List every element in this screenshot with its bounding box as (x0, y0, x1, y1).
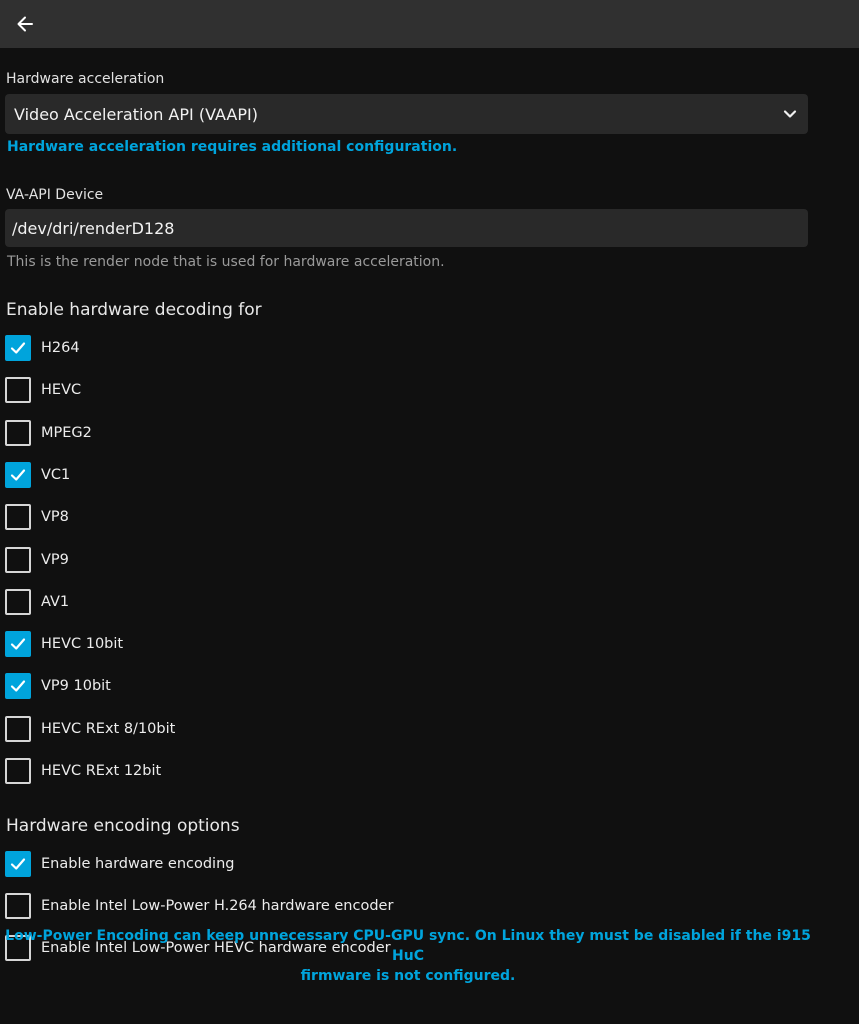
vaapi-device-label: VA-API Device (6, 187, 104, 203)
checkbox-label: AV1 (41, 593, 70, 610)
checkbox[interactable] (5, 715, 31, 742)
checkbox[interactable] (5, 758, 31, 784)
back-arrow-icon (17, 16, 33, 32)
checkbox[interactable] (5, 631, 31, 658)
encoding-section-title: Hardware encoding options (6, 816, 240, 836)
encode-option-enable-intel-low-power-h-264-hardware-encoder[interactable]: Enable Intel Low-Power H.264 hardware en… (5, 892, 393, 920)
hw-accel-config-link[interactable]: Hardware acceleration requires additiona… (7, 139, 457, 155)
checkbox-label: VP9 (41, 551, 69, 568)
encode-option-enable-hardware-encoding[interactable]: Enable hardware encoding (5, 850, 234, 878)
vaapi-device-input[interactable] (5, 209, 808, 247)
chevron-down-icon (783, 110, 797, 118)
decode-option-h264[interactable]: H264 (5, 334, 80, 362)
low-power-note-line-2: firmware is not configured. (300, 968, 516, 984)
checkbox-label: HEVC 10bit (41, 636, 124, 653)
checkbox[interactable] (5, 377, 31, 404)
decode-option-vp9-10bit[interactable]: VP9 10bit (5, 672, 111, 700)
decoding-section-title: Enable hardware decoding for (6, 300, 262, 320)
low-power-note-line-1: Low-Power Encoding can keep unnecessary … (5, 928, 811, 964)
checkbox[interactable] (5, 419, 31, 446)
checkbox-label: HEVC (41, 382, 82, 399)
checkmark-icon (10, 858, 26, 870)
checkbox-label: VP9 10bit (41, 678, 111, 695)
checkbox-label: H264 (41, 340, 80, 356)
checkbox[interactable] (5, 504, 31, 531)
header-bar (0, 0, 859, 48)
checkbox-label: HEVC RExt 12bit (41, 763, 162, 779)
checkbox[interactable] (5, 673, 31, 700)
checkbox-label: Enable Intel Low-Power H.264 hardware en… (41, 898, 394, 914)
decode-option-hevc-rext-8-10bit[interactable]: HEVC RExt 8/10bit (5, 715, 175, 743)
checkbox[interactable] (5, 546, 31, 573)
hw-accel-label: Hardware acceleration (6, 71, 165, 87)
checkbox-label: HEVC RExt 8/10bit (41, 720, 176, 737)
checkmark-icon (10, 469, 26, 481)
hw-accel-selected-value: Video Acceleration API (VAAPI) (14, 104, 258, 124)
checkmark-icon (10, 638, 26, 650)
checkbox-label: MPEG2 (41, 424, 92, 441)
decode-option-av1[interactable]: AV1 (5, 588, 69, 616)
decode-option-hevc-rext-12bit[interactable]: HEVC RExt 12bit (5, 757, 161, 785)
decode-option-hevc[interactable]: HEVC (5, 376, 81, 404)
checkbox[interactable] (5, 461, 31, 488)
decode-option-vc1[interactable]: VC1 (5, 461, 70, 489)
checkbox[interactable] (5, 335, 31, 361)
checkbox[interactable] (5, 893, 31, 919)
decode-option-hevc-10bit[interactable]: HEVC 10bit (5, 630, 123, 658)
checkbox-label: VP8 (41, 509, 69, 526)
decode-option-vp8[interactable]: VP8 (5, 503, 69, 531)
decode-option-mpeg2[interactable]: MPEG2 (5, 419, 92, 447)
vaapi-device-help: This is the render node that is used for… (7, 254, 445, 270)
hw-accel-select[interactable]: Video Acceleration API (VAAPI) (5, 94, 808, 134)
low-power-encoding-note: Low-Power Encoding can keep unnecessary … (0, 926, 816, 986)
checkbox[interactable] (5, 851, 31, 877)
decode-option-vp9[interactable]: VP9 (5, 546, 69, 574)
checkbox-label: Enable hardware encoding (41, 856, 235, 872)
checkmark-icon (10, 342, 26, 354)
back-button[interactable] (12, 11, 38, 37)
checkbox-label: VC1 (41, 466, 71, 483)
checkmark-icon (10, 680, 26, 692)
checkbox[interactable] (5, 588, 31, 615)
